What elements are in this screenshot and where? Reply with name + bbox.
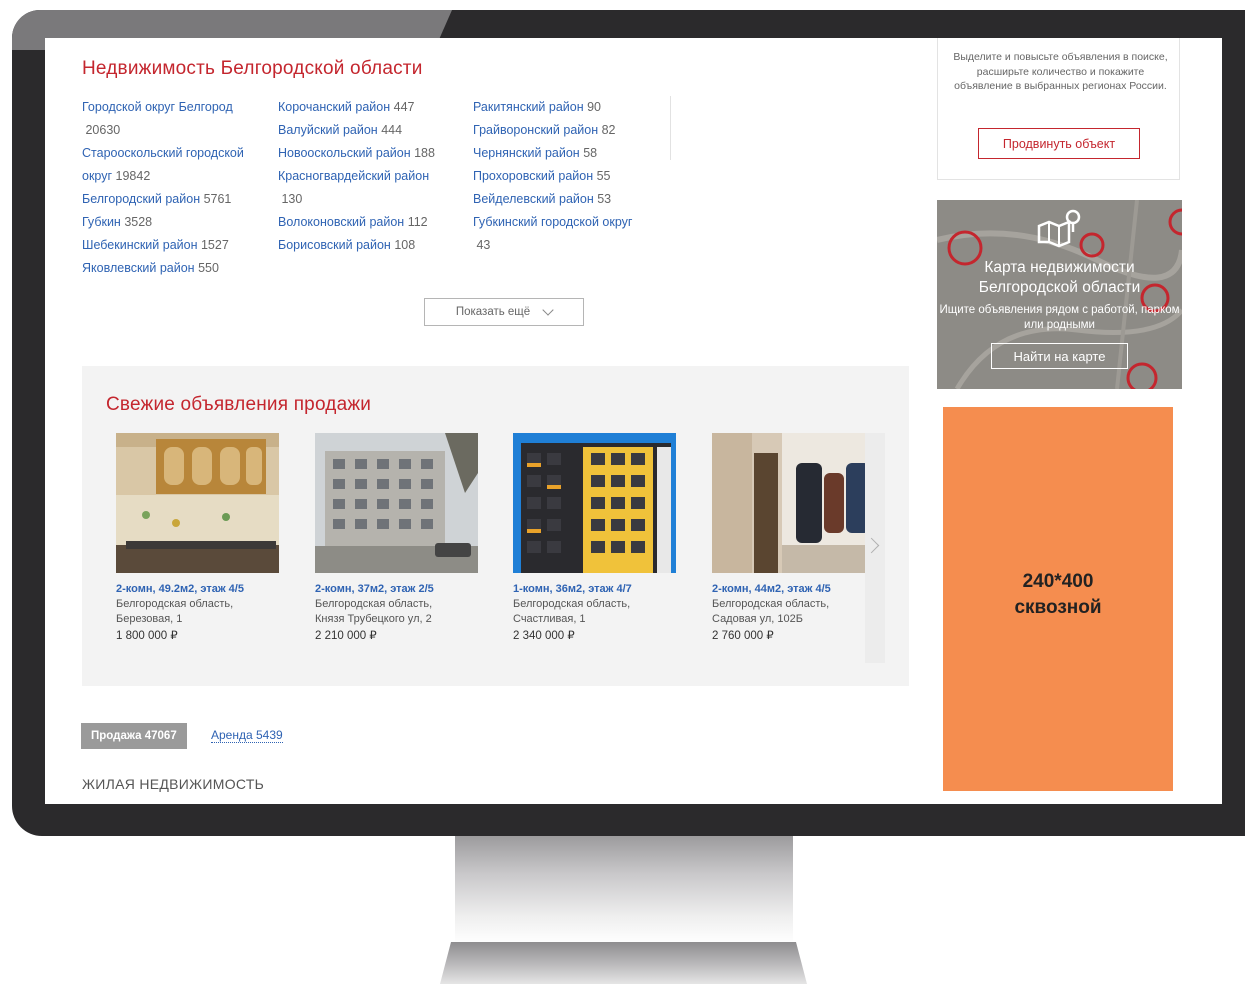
- section-heading: ЖИЛАЯ НЕДВИЖИМОСТЬ: [82, 776, 265, 792]
- promote-object-button[interactable]: Продвинуть объект: [978, 128, 1140, 159]
- listing-card[interactable]: 2-комн, 44м2, этаж 4/5 Белгородская обла…: [712, 433, 877, 644]
- promo-text: Выделите и повысьте объявления в поиске,…: [953, 51, 1168, 92]
- listing-card[interactable]: 2-комн, 37м2, этаж 2/5 Белгородская обла…: [315, 433, 480, 644]
- listing-title[interactable]: 1-комн, 36м2, этаж 4/7: [513, 582, 678, 597]
- map-box[interactable]: Карта недвижимости Белгородской области …: [937, 200, 1182, 389]
- listing-title[interactable]: 2-комн, 49.2м2, этаж 4/5: [116, 582, 281, 597]
- listing-photo-kitchen[interactable]: [116, 433, 279, 573]
- region-link[interactable]: Корочанский район 447: [278, 96, 468, 119]
- listing-address: Белгородская область,: [116, 598, 234, 610]
- listing-photo-building[interactable]: [315, 433, 478, 573]
- find-on-map-button[interactable]: Найти на карте: [991, 343, 1128, 369]
- region-link[interactable]: Красногвардейский район 130: [278, 165, 468, 211]
- region-link[interactable]: Белгородский район 5761: [82, 188, 272, 211]
- region-link[interactable]: Вейделевский район 53: [473, 188, 663, 211]
- listing-price: 2 760 000 ₽: [712, 630, 774, 642]
- region-link[interactable]: Шебекинский район 1527: [82, 234, 272, 257]
- listing-price: 1 800 000 ₽: [116, 630, 178, 642]
- region-link[interactable]: Валуйский район 444: [278, 119, 468, 142]
- tab-sale[interactable]: Продажа 47067: [81, 723, 187, 749]
- map-title: Карта недвижимости Белгородской области: [978, 259, 1141, 296]
- listing-price: 2 210 000 ₽: [315, 630, 377, 642]
- region-link[interactable]: Прохоровский район 55: [473, 165, 663, 188]
- map-subtitle: Ищите объявления рядом с работой, парком…: [939, 304, 1180, 331]
- region-link[interactable]: Губкинский городской округ 43: [473, 211, 663, 257]
- listing-address-street: Садовая ул, 102Б: [712, 612, 803, 625]
- listing-title[interactable]: 2-комн, 37м2, этаж 2/5: [315, 582, 480, 597]
- fresh-listings-title: Свежие объявления продажи: [106, 394, 372, 415]
- listing-card[interactable]: 2-комн, 49.2м2, этаж 4/5 Белгородская об…: [116, 433, 281, 644]
- screen: Недвижимость Белгородской области Городс…: [45, 38, 1222, 804]
- monitor-stand-base: [440, 942, 807, 984]
- region-link[interactable]: Старооскольский городской округ 19842: [82, 142, 272, 188]
- region-link[interactable]: Губкин 3528: [82, 211, 272, 234]
- chevron-down-icon: [542, 304, 554, 316]
- region-link[interactable]: Чернянский район 58: [473, 142, 663, 165]
- banner-type: сквозной: [1014, 597, 1102, 618]
- listing-photo-hallway[interactable]: [712, 433, 875, 573]
- column-divider: [670, 96, 671, 160]
- ad-banner[interactable]: 240*400 сквозной: [943, 407, 1173, 791]
- region-column-3: Ракитянский район 90 Грайворонский район…: [473, 96, 663, 257]
- page-title: Недвижимость Белгородской области: [82, 58, 423, 79]
- listing-photo-new-building[interactable]: [513, 433, 676, 573]
- tab-rent[interactable]: Аренда 5439: [211, 728, 283, 743]
- listing-price: 2 340 000 ₽: [513, 630, 575, 642]
- region-link[interactable]: Ракитянский район 90: [473, 96, 663, 119]
- listing-address: Белгородская область,: [712, 598, 830, 610]
- listing-address-street: Березовая, 1: [116, 612, 183, 625]
- banner-text: 240*400 сквозной: [943, 569, 1173, 621]
- promo-box: Выделите и повысьте объявления в поиске,…: [937, 38, 1180, 180]
- fresh-listings-block: Свежие объявления продажи 2-комн, 49.2м2…: [82, 366, 909, 686]
- region-link[interactable]: Яковлевский район 550: [82, 257, 272, 280]
- show-more-button[interactable]: Показать ещё: [424, 298, 584, 326]
- region-link[interactable]: Городской округ Белгород 20630: [82, 96, 272, 142]
- show-more-label: Показать ещё: [455, 306, 531, 318]
- listing-address-street: Князя Трубецкого ул, 2: [315, 612, 432, 625]
- region-link[interactable]: Грайворонский район 82: [473, 119, 663, 142]
- listing-address: Белгородская область,: [315, 598, 433, 610]
- region-link[interactable]: Борисовский район 108: [278, 234, 468, 257]
- region-column-1: Городской округ Белгород 20630 Старооско…: [82, 96, 272, 280]
- region-link[interactable]: Новооскольский район 188: [278, 142, 468, 165]
- map-pin-icon: [1037, 209, 1081, 248]
- listing-address-street: Счастливая, 1: [513, 612, 586, 625]
- listing-card[interactable]: 1-комн, 36м2, этаж 4/7 Белгородская обла…: [513, 433, 678, 644]
- listing-title[interactable]: 2-комн, 44м2, этаж 4/5: [712, 582, 877, 597]
- region-column-2: Корочанский район 447 Валуйский район 44…: [278, 96, 468, 257]
- banner-size: 240*400: [1022, 571, 1094, 592]
- region-link[interactable]: Волоконовский район 112: [278, 211, 468, 234]
- listing-address: Белгородская область,: [513, 598, 631, 610]
- monitor-stand-neck: [455, 836, 793, 944]
